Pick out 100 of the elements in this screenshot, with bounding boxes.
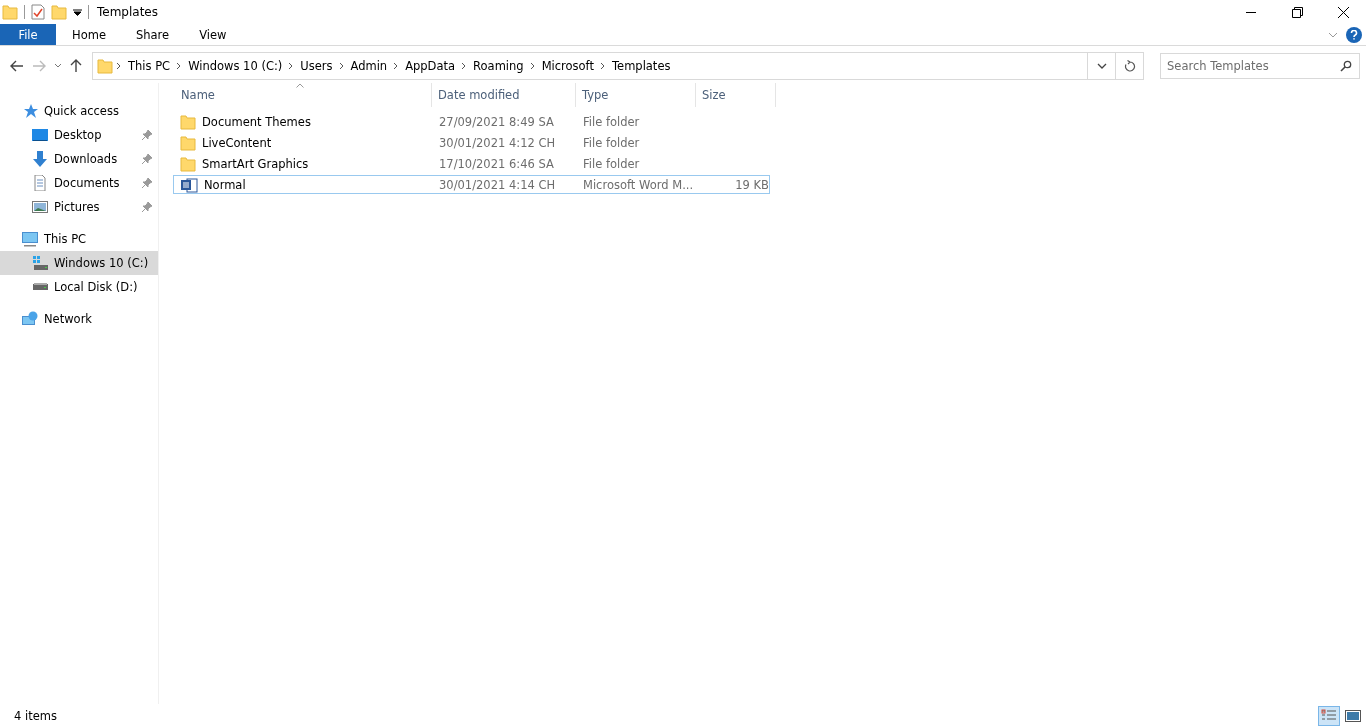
search-field[interactable]: Search Templates <box>1160 53 1360 79</box>
computer-icon <box>22 231 38 247</box>
star-icon <box>22 103 38 119</box>
download-arrow-icon <box>32 151 48 167</box>
file-name: Document Themes <box>202 114 311 129</box>
folder-icon <box>97 58 113 74</box>
breadcrumb-item[interactable]: AppData <box>402 59 459 73</box>
file-row[interactable]: Document Themes 27/09/2021 8:49 SA File folder <box>173 112 770 131</box>
chevron-right-icon <box>529 62 536 70</box>
date-modified: 30/01/2021 4:12 CH <box>438 135 557 150</box>
document-icon <box>32 175 48 191</box>
address-bar[interactable]: This PC Windows 10 (C:) Users Admin AppData Roaming Microsoft Templates <box>92 52 1144 80</box>
sidebar-item[interactable]: Desktop <box>0 123 158 147</box>
file-type: File folder <box>582 114 641 129</box>
chevron-right-icon <box>176 62 183 70</box>
chevron-right-icon <box>461 62 468 70</box>
drive-icon <box>32 283 48 291</box>
breadcrumb-item[interactable]: Users <box>297 59 336 73</box>
sidebar-item[interactable]: Downloads <box>0 147 158 171</box>
date-modified: 30/01/2021 4:14 CH <box>438 177 557 192</box>
chevron-right-icon <box>393 62 400 70</box>
folder-icon <box>51 4 67 20</box>
pin-icon <box>142 154 152 164</box>
picture-icon <box>32 199 48 215</box>
restore-icon <box>1291 6 1303 18</box>
windows-drive-icon <box>32 255 48 271</box>
breadcrumb-item[interactable]: Admin <box>347 59 391 73</box>
file-row[interactable]: LiveContent 30/01/2021 4:12 CH File folder <box>173 133 770 152</box>
breadcrumb-item[interactable]: Roaming <box>470 59 527 73</box>
sidebar-item[interactable]: Network <box>0 307 158 331</box>
breadcrumb-item[interactable]: Templates <box>609 59 674 73</box>
chevron-right-icon <box>338 62 345 70</box>
file-name: SmartArt Graphics <box>202 156 309 171</box>
sidebar-label: Downloads <box>54 152 119 166</box>
search-icon <box>1340 60 1352 72</box>
sidebar-label: Desktop <box>54 128 103 142</box>
sidebar-label: Network <box>44 312 94 326</box>
ribbon-tab[interactable]: Home <box>58 24 120 45</box>
up-button[interactable] <box>68 59 84 73</box>
date-modified: 17/10/2021 6:46 SA <box>438 156 555 171</box>
details-view-icon <box>1321 709 1337 723</box>
breadcrumb-item[interactable]: Microsoft <box>538 59 597 73</box>
pin-icon <box>142 178 152 188</box>
sidebar-item[interactable]: Windows 10 (C:) <box>0 251 158 275</box>
sidebar-label: Quick access <box>44 104 120 118</box>
sidebar-label: This PC <box>44 232 88 246</box>
back-button[interactable] <box>8 60 26 72</box>
sidebar-label: Windows 10 (C:) <box>54 256 150 270</box>
help-icon[interactable] <box>1346 26 1362 43</box>
close-icon <box>1337 6 1349 18</box>
recent-locations-button[interactable] <box>52 63 64 69</box>
file-name: Normal <box>204 177 246 192</box>
date-modified: 27/09/2021 8:49 SA <box>438 114 555 129</box>
refresh-icon <box>1123 60 1136 72</box>
pin-icon <box>142 130 152 140</box>
chevron-right-icon <box>600 62 606 70</box>
view-toggle-button[interactable] <box>1318 706 1340 726</box>
large-icons-view-icon <box>1345 709 1361 723</box>
sidebar-item[interactable]: This PC <box>0 227 158 251</box>
chevron-right-icon <box>116 62 122 70</box>
sidebar-item[interactable]: Documents <box>0 171 158 195</box>
item-count: 4 items <box>14 709 57 723</box>
minimize-icon <box>1246 11 1256 13</box>
sidebar-label: Documents <box>54 176 121 190</box>
chevron-right-icon <box>288 62 295 70</box>
file-row[interactable]: Normal 30/01/2021 4:14 CH Microsoft Word M... 19 KB <box>173 175 770 194</box>
ribbon-tab[interactable]: View <box>185 24 241 45</box>
column-header[interactable]: Date modified <box>432 83 576 107</box>
sidebar-item[interactable]: Pictures <box>0 195 158 219</box>
network-icon <box>22 311 38 327</box>
folder-icon <box>180 113 196 130</box>
column-header[interactable]: Size <box>696 83 776 107</box>
word-document-icon <box>180 176 198 193</box>
file-size: 19 KB <box>734 177 770 192</box>
file-row[interactable]: SmartArt Graphics 17/10/2021 6:46 SA File folder <box>173 154 770 173</box>
file-type: File folder <box>582 156 641 171</box>
breadcrumb-item[interactable]: Windows 10 (C:) <box>185 59 286 73</box>
column-header[interactable]: Type <box>576 83 696 107</box>
sidebar-item[interactable]: Quick access <box>0 99 158 123</box>
desktop-icon <box>32 127 48 143</box>
dropdown-arrow-icon[interactable] <box>73 8 82 16</box>
sidebar-label: Pictures <box>54 200 101 214</box>
file-name: LiveContent <box>202 135 272 150</box>
breadcrumb-item[interactable]: This PC <box>125 59 174 73</box>
ribbon-tab[interactable]: File <box>0 24 56 45</box>
folder-icon <box>180 155 196 172</box>
sidebar-item[interactable]: Local Disk (D:) <box>0 275 158 299</box>
ribbon-tab[interactable]: Share <box>121 24 184 45</box>
file-type: File folder <box>582 135 641 150</box>
sort-ascending-icon <box>296 83 304 88</box>
checked-document-icon <box>31 4 45 20</box>
folder-icon <box>2 4 18 20</box>
chevron-down-icon[interactable] <box>1328 31 1338 38</box>
column-header[interactable]: Name <box>175 83 432 107</box>
file-type: Microsoft Word M... <box>582 177 695 192</box>
folder-icon <box>180 134 196 151</box>
chevron-down-icon <box>1096 63 1107 69</box>
pin-icon <box>142 202 152 212</box>
window-title: Templates <box>97 5 158 19</box>
sidebar-label: Local Disk (D:) <box>54 280 139 294</box>
